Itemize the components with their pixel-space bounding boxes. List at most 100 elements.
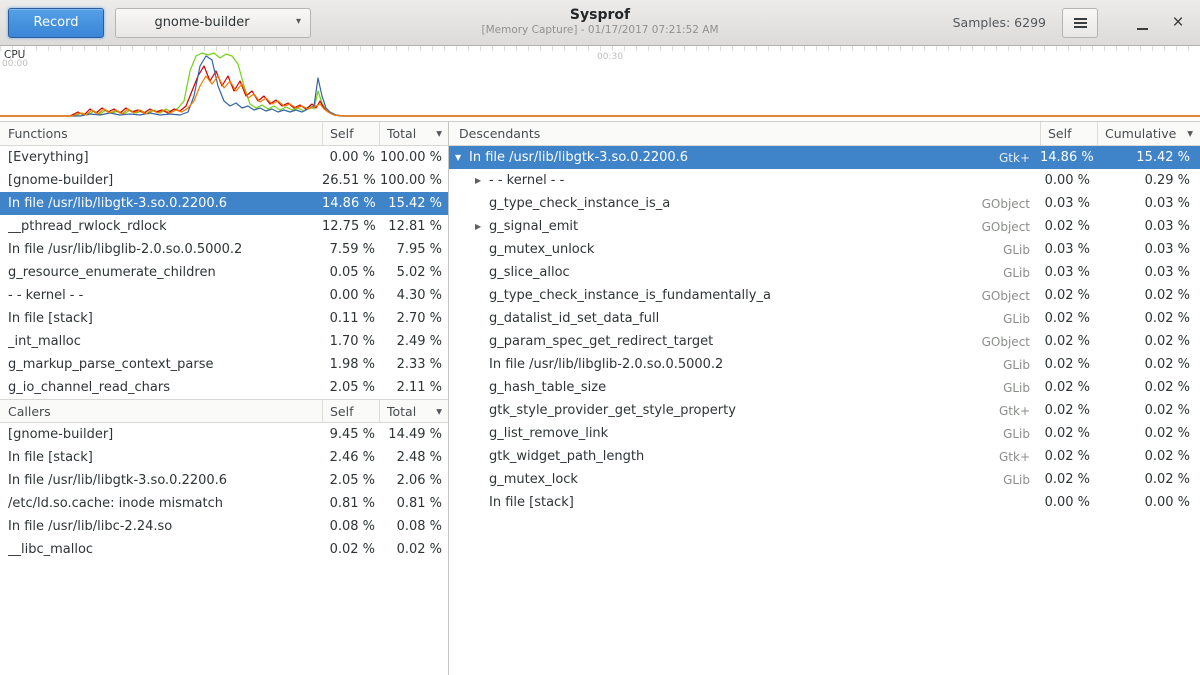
descendant-name-cell: gtk_widget_path_length Gtk+ bbox=[473, 449, 1040, 464]
descendant-name: gtk_style_provider_get_style_property bbox=[489, 403, 736, 418]
descendant-name: g_signal_emit bbox=[489, 219, 578, 234]
functions-table-header: Functions Self Total ▼ bbox=[0, 122, 448, 146]
expander-icon[interactable]: ▶ bbox=[473, 176, 489, 185]
caller-total-value: 0.02 % bbox=[379, 542, 448, 557]
callers-table-body: [gnome-builder] 9.45 % 14.49 % In file [… bbox=[0, 423, 448, 561]
function-self-value: 1.70 % bbox=[322, 334, 379, 349]
menu-button[interactable] bbox=[1062, 8, 1098, 38]
functions-table-row[interactable]: In file /usr/lib/libgtk-3.so.0.2200.6 14… bbox=[0, 192, 448, 215]
function-total-value: 4.30 % bbox=[379, 288, 448, 303]
descendant-name-cell: gtk_style_provider_get_style_property Gt… bbox=[473, 403, 1040, 418]
callers-column-header[interactable]: Callers bbox=[0, 400, 322, 422]
descendants-table-row[interactable]: In file [stack] 0.00 % 0.00 % bbox=[449, 491, 1200, 514]
function-total-value: 7.95 % bbox=[379, 242, 448, 257]
descendants-cumulative-column-header[interactable]: Cumulative ▼ bbox=[1097, 122, 1200, 145]
descendants-table-row[interactable]: ▶ - - kernel - - 0.00 % 0.29 % bbox=[449, 169, 1200, 192]
functions-table-row[interactable]: g_io_channel_read_chars 2.05 % 2.11 % bbox=[0, 376, 448, 399]
caller-name: In file [stack] bbox=[8, 450, 322, 465]
functions-table-row[interactable]: In file /usr/lib/libglib-2.0.so.0.5000.2… bbox=[0, 238, 448, 261]
function-name: [gnome-builder] bbox=[8, 173, 322, 188]
functions-table-row[interactable]: In file [stack] 0.11 % 2.70 % bbox=[0, 307, 448, 330]
callers-total-column-header[interactable]: Total ▼ bbox=[379, 400, 448, 422]
callers-self-column-header[interactable]: Self bbox=[322, 400, 379, 422]
descendant-name: g_datalist_id_set_data_full bbox=[489, 311, 659, 326]
functions-column-header[interactable]: Functions bbox=[0, 122, 322, 145]
descendant-cumulative-value: 0.02 % bbox=[1097, 472, 1200, 487]
caller-name: /etc/ld.so.cache: inode mismatch bbox=[8, 496, 322, 511]
descendants-table-row[interactable]: In file /usr/lib/libglib-2.0.so.0.5000.2… bbox=[449, 353, 1200, 376]
descendants-table-row[interactable]: g_mutex_unlock GLib 0.03 % 0.03 % bbox=[449, 238, 1200, 261]
minimize-button[interactable] bbox=[1128, 8, 1156, 38]
chevron-down-icon: ▾ bbox=[296, 17, 301, 27]
functions-table-row[interactable]: _int_malloc 1.70 % 2.49 % bbox=[0, 330, 448, 353]
caller-self-value: 0.81 % bbox=[322, 496, 379, 511]
functions-table-row[interactable]: g_resource_enumerate_children 0.05 % 5.0… bbox=[0, 261, 448, 284]
expander-icon[interactable]: ▶ bbox=[473, 222, 489, 231]
descendants-column-header[interactable]: Descendants bbox=[449, 122, 1040, 145]
descendants-self-column-header[interactable]: Self bbox=[1040, 122, 1097, 145]
function-self-value: 1.98 % bbox=[322, 357, 379, 372]
capture-subtitle: [Memory Capture] - 01/17/2017 07:21:52 A… bbox=[481, 24, 718, 37]
descendants-table-row[interactable]: g_param_spec_get_redirect_target GObject… bbox=[449, 330, 1200, 353]
function-name: - - kernel - - bbox=[8, 288, 322, 303]
app-title: Sysprof bbox=[481, 7, 718, 24]
function-self-value: 0.00 % bbox=[322, 150, 379, 165]
callers-table-row[interactable]: __libc_malloc 0.02 % 0.02 % bbox=[0, 538, 448, 561]
descendants-table-row[interactable]: g_list_remove_link GLib 0.02 % 0.02 % bbox=[449, 422, 1200, 445]
library-badge: GObject bbox=[982, 220, 1040, 234]
samples-count: Samples: 6299 bbox=[953, 15, 1046, 30]
descendants-table-row[interactable]: g_hash_table_size GLib 0.02 % 0.02 % bbox=[449, 376, 1200, 399]
library-badge: Gtk+ bbox=[999, 450, 1040, 464]
library-badge: GLib bbox=[1003, 473, 1040, 487]
descendants-table-row[interactable]: g_type_check_instance_is_a GObject 0.03 … bbox=[449, 192, 1200, 215]
descendants-table-row[interactable]: g_mutex_lock GLib 0.02 % 0.02 % bbox=[449, 468, 1200, 491]
minimize-icon bbox=[1137, 28, 1148, 30]
descendant-cumulative-value: 0.02 % bbox=[1097, 357, 1200, 372]
callers-table-row[interactable]: In file /usr/lib/libc-2.24.so 0.08 % 0.0… bbox=[0, 515, 448, 538]
functions-self-column-header[interactable]: Self bbox=[322, 122, 379, 145]
caller-self-value: 9.45 % bbox=[322, 427, 379, 442]
descendant-self-value: 0.02 % bbox=[1040, 426, 1097, 441]
caller-self-value: 0.08 % bbox=[322, 519, 379, 534]
close-button[interactable]: × bbox=[1164, 8, 1192, 38]
functions-table-row[interactable]: - - kernel - - 0.00 % 4.30 % bbox=[0, 284, 448, 307]
caller-total-value: 2.48 % bbox=[379, 450, 448, 465]
descendant-cumulative-value: 0.02 % bbox=[1097, 334, 1200, 349]
descendants-table-row[interactable]: ▼ In file /usr/lib/libgtk-3.so.0.2200.6 … bbox=[449, 146, 1200, 169]
function-name: _int_malloc bbox=[8, 334, 322, 349]
descendant-self-value: 0.02 % bbox=[1040, 334, 1097, 349]
library-badge: GObject bbox=[982, 289, 1040, 303]
descendant-name: g_type_check_instance_is_a bbox=[489, 196, 670, 211]
descendants-table-row[interactable]: g_type_check_instance_is_fundamentally_a… bbox=[449, 284, 1200, 307]
descendant-name: g_param_spec_get_redirect_target bbox=[489, 334, 713, 349]
record-button[interactable]: Record bbox=[8, 8, 104, 38]
function-self-value: 12.75 % bbox=[322, 219, 379, 234]
descendants-table-row[interactable]: gtk_style_provider_get_style_property Gt… bbox=[449, 399, 1200, 422]
descendant-name-cell: ▶ - - kernel - - bbox=[473, 173, 1040, 188]
callers-table-row[interactable]: In file /usr/lib/libgtk-3.so.0.2200.6 2.… bbox=[0, 469, 448, 492]
callers-table-row[interactable]: [gnome-builder] 9.45 % 14.49 % bbox=[0, 423, 448, 446]
descendants-table-row[interactable]: ▶ g_signal_emit GObject 0.02 % 0.03 % bbox=[449, 215, 1200, 238]
functions-total-column-header[interactable]: Total ▼ bbox=[379, 122, 448, 145]
descendant-name-cell: In file /usr/lib/libglib-2.0.so.0.5000.2… bbox=[473, 357, 1040, 372]
functions-table-row[interactable]: g_markup_parse_context_parse 1.98 % 2.33… bbox=[0, 353, 448, 376]
descendants-table-row[interactable]: g_slice_alloc GLib 0.03 % 0.03 % bbox=[449, 261, 1200, 284]
sort-descending-icon: ▼ bbox=[436, 129, 442, 138]
descendants-table-row[interactable]: gtk_widget_path_length Gtk+ 0.02 % 0.02 … bbox=[449, 445, 1200, 468]
functions-table-row[interactable]: [Everything] 0.00 % 100.00 % bbox=[0, 146, 448, 169]
descendant-cumulative-value: 0.02 % bbox=[1097, 380, 1200, 395]
descendant-self-value: 0.00 % bbox=[1040, 495, 1097, 510]
descendants-table-row[interactable]: g_datalist_id_set_data_full GLib 0.02 % … bbox=[449, 307, 1200, 330]
callers-table-row[interactable]: /etc/ld.so.cache: inode mismatch 0.81 % … bbox=[0, 492, 448, 515]
descendant-name: In file /usr/lib/libglib-2.0.so.0.5000.2 bbox=[489, 357, 723, 372]
functions-table-body: [Everything] 0.00 % 100.00 % [gnome-buil… bbox=[0, 146, 448, 399]
expander-icon[interactable]: ▼ bbox=[453, 153, 469, 162]
descendant-name-cell: ▶ g_signal_emit GObject bbox=[473, 219, 1040, 234]
functions-table-row[interactable]: [gnome-builder] 26.51 % 100.00 % bbox=[0, 169, 448, 192]
cpu-graph[interactable]: CPU 00:00 00:30 bbox=[0, 46, 1200, 122]
callers-table-row[interactable]: In file [stack] 2.46 % 2.48 % bbox=[0, 446, 448, 469]
descendant-cumulative-value: 0.02 % bbox=[1097, 403, 1200, 418]
main-content: Functions Self Total ▼ [Everything] 0.00… bbox=[0, 122, 1200, 675]
process-selector-dropdown[interactable]: gnome-builder ▾ bbox=[115, 8, 311, 38]
functions-table-row[interactable]: __pthread_rwlock_rdlock 12.75 % 12.81 % bbox=[0, 215, 448, 238]
